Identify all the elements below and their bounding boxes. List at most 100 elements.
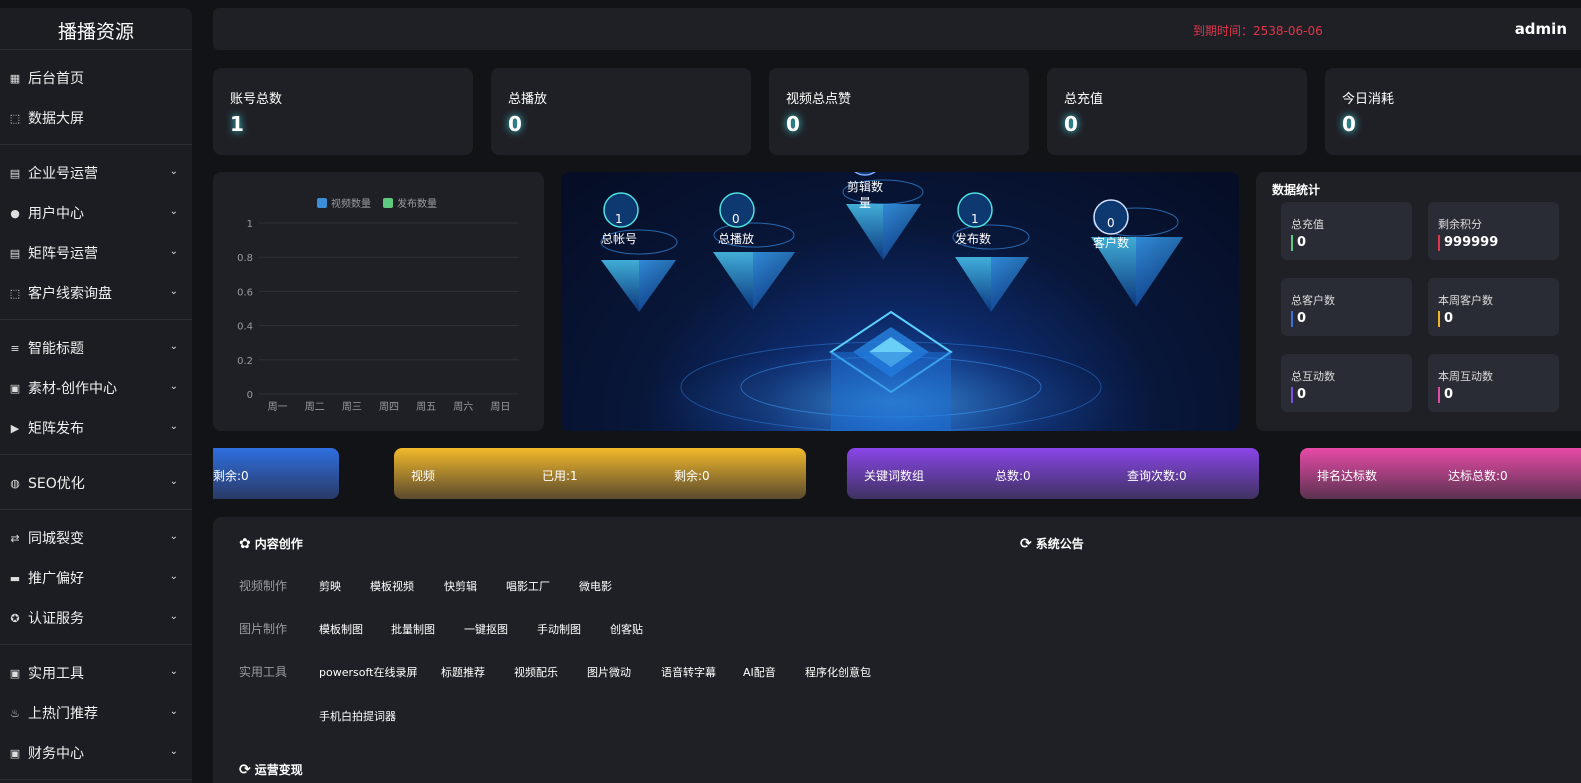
data-visual-panel: 1 总帐号 0 总播放 0 剪辑数 量 1 发布数 0 客户数 xyxy=(561,172,1239,431)
section-title-text: 内容创作 xyxy=(254,537,303,551)
menu-icon: ⬚ xyxy=(9,111,21,125)
clover-icon: ✿ xyxy=(239,535,251,552)
visual-decoration xyxy=(600,172,1183,431)
tool-link[interactable]: 图片微动 xyxy=(587,664,631,680)
tool-link[interactable]: 标题推荐 xyxy=(441,664,485,680)
system-notice-title[interactable]: ⟳ 系统公告 xyxy=(1020,535,1084,552)
tool-link[interactable]: 一键抠图 xyxy=(464,621,508,637)
sidebar-item-label: 企业号运营 xyxy=(28,166,98,182)
tool-row-label: 图片制作 xyxy=(239,622,288,636)
banner-text: 查询次数:0 xyxy=(1127,469,1187,483)
stat-card-likes: 视频总点赞 0 xyxy=(769,68,1029,155)
x-tick-label: 周一 xyxy=(268,401,288,413)
sidebar-item[interactable]: ▣ 实用工具 ⌄ xyxy=(0,653,192,693)
banner-text: 总数:0 xyxy=(995,469,1031,483)
ds-value: 0 xyxy=(1297,311,1307,326)
stat-value: 0 xyxy=(508,112,522,136)
tool-link[interactable]: powersoft在线录屏 xyxy=(319,664,417,680)
tool-link[interactable]: AI配音 xyxy=(743,664,776,680)
menu-icon: ⬚ xyxy=(9,286,21,300)
tool-link[interactable]: 手机白拍提词器 xyxy=(319,708,396,724)
menu-icon: ● xyxy=(10,206,20,220)
sidebar-item[interactable]: ≡ 智能标题 ⌄ xyxy=(0,328,192,368)
chevron-down-icon: ⌄ xyxy=(169,706,178,717)
chevron-down-icon: ⌄ xyxy=(169,421,178,432)
center-label: 量 xyxy=(859,196,872,210)
sidebar-item[interactable]: ◍ SEO优化 ⌄ xyxy=(0,463,192,503)
tool-link[interactable]: 批量制图 xyxy=(391,621,435,637)
x-tick-label: 周三 xyxy=(342,401,362,413)
tool-link[interactable]: 程序化创意包 xyxy=(805,664,871,680)
banner-text: 已用:1 xyxy=(542,469,578,483)
tool-link[interactable]: 语音转字幕 xyxy=(661,664,716,680)
sidebar-item-label: 矩阵号运营 xyxy=(28,246,98,262)
sidebar-item[interactable]: ▦ 后台首页 xyxy=(0,58,192,98)
menu-icon: ◍ xyxy=(10,476,20,490)
nav-group: ◍ SEO优化 ⌄ xyxy=(0,455,192,510)
sidebar-item[interactable]: ▶ 矩阵发布 ⌄ xyxy=(0,408,192,448)
center-label: 总播放 xyxy=(718,232,755,246)
banner-keywords[interactable]: 关键词数组 总数:0 查询次数:0 xyxy=(847,448,1259,499)
sidebar-item[interactable]: ⬚ 客户线索询盘 ⌄ xyxy=(0,273,192,313)
stat-value: 0 xyxy=(1064,112,1078,136)
y-tick-label: 0.2 xyxy=(237,356,253,367)
sidebar-item-label: 认证服务 xyxy=(28,611,84,627)
x-tick-label: 周二 xyxy=(305,401,325,413)
ds-label: 本周互动数 xyxy=(1438,370,1493,383)
stat-label: 视频总点赞 xyxy=(786,92,852,107)
nav-group: ≡ 智能标题 ⌄ ▣ 素材-创作中心 ⌄ ▶ 矩阵发布 ⌄ xyxy=(0,320,192,455)
tool-link[interactable]: 视频配乐 xyxy=(514,664,558,680)
legend-swatch xyxy=(317,198,327,208)
sidebar-item[interactable]: ▬ 推广偏好 ⌄ xyxy=(0,558,192,598)
sidebar-item[interactable]: ♨ 上热门推荐 ⌄ xyxy=(0,693,192,733)
y-tick-label: 1 xyxy=(247,219,253,230)
tool-link[interactable]: 模板视频 xyxy=(370,578,414,594)
brand-title: 播播资源 xyxy=(0,8,192,50)
stat-card-accounts: 账号总数 1 xyxy=(213,68,473,155)
user-menu[interactable]: admin xyxy=(1515,20,1567,38)
tool-link[interactable]: 唱影工厂 xyxy=(506,578,550,594)
tool-link[interactable]: 剪映 xyxy=(319,578,341,594)
ds-label: 本周客户数 xyxy=(1438,294,1493,307)
x-tick-label: 周日 xyxy=(490,401,510,413)
banner-video[interactable]: 视频 已用:1 剩余:0 xyxy=(394,448,806,499)
tool-link[interactable]: 快剪辑 xyxy=(444,578,477,594)
sidebar-nav: ▦ 后台首页 ⬚ 数据大屏 ▤ 企业号运营 ⌄ ● 用户中心 ⌄ ▤ 矩阵号运营 ⌄ ⬚ 客户线索询盘 ⌄ ≡ 智… xyxy=(0,50,192,780)
stat-value: 0 xyxy=(1342,112,1356,136)
chevron-down-icon: ⌄ xyxy=(169,286,178,297)
stat-card-plays: 总播放 0 xyxy=(491,68,751,155)
sidebar-item[interactable]: ⇄ 同城裂变 ⌄ xyxy=(0,518,192,558)
sidebar-item[interactable]: ▤ 矩阵号运营 ⌄ xyxy=(0,233,192,273)
menu-icon: ⇄ xyxy=(10,531,20,545)
tool-link[interactable]: 模板制图 xyxy=(319,621,363,637)
tool-link[interactable]: 创客贴 xyxy=(610,621,643,637)
ds-label: 总客户数 xyxy=(1291,294,1335,307)
nav-group: ▦ 后台首页 ⬚ 数据大屏 xyxy=(0,50,192,145)
ds-card-total-interactions: 总互动数 0 xyxy=(1281,354,1412,412)
legend-label: 发布数量 xyxy=(397,197,437,210)
stat-label: 总播放 xyxy=(508,92,548,107)
data-statistics-title: 数据统计 xyxy=(1272,183,1321,197)
tool-link[interactable]: 手动制图 xyxy=(537,621,581,637)
sidebar-item[interactable]: ▣ 财务中心 ⌄ xyxy=(0,733,192,773)
sidebar-item[interactable]: ✪ 认证服务 ⌄ xyxy=(0,598,192,638)
menu-icon: ≡ xyxy=(10,341,20,355)
banner-text: 关键词数组 xyxy=(864,469,925,483)
sidebar-item[interactable]: ▣ 素材-创作中心 ⌄ xyxy=(0,368,192,408)
menu-icon: ▤ xyxy=(9,246,21,260)
sidebar-item-label: 后台首页 xyxy=(28,71,84,87)
y-tick-label: 0.6 xyxy=(237,287,253,298)
sidebar-item[interactable]: ▤ 企业号运营 ⌄ xyxy=(0,153,192,193)
tool-link[interactable]: 微电影 xyxy=(579,578,612,594)
menu-icon: ▶ xyxy=(10,421,20,435)
ds-value: 999999 xyxy=(1444,235,1499,250)
sidebar-item[interactable]: ⬚ 数据大屏 xyxy=(0,98,192,138)
y-tick-label: 0 xyxy=(247,390,253,401)
banner-ranking[interactable]: 排名达标数 达标总数:0 xyxy=(1300,448,1581,499)
banner-remaining[interactable]: 剩余:0 xyxy=(213,448,339,499)
center-value: 0 xyxy=(1107,216,1115,230)
sidebar-item[interactable]: ● 用户中心 ⌄ xyxy=(0,193,192,233)
chevron-down-icon: ⌄ xyxy=(169,611,178,622)
ds-accent-bar xyxy=(1438,235,1440,251)
ds-accent-bar xyxy=(1291,387,1293,403)
